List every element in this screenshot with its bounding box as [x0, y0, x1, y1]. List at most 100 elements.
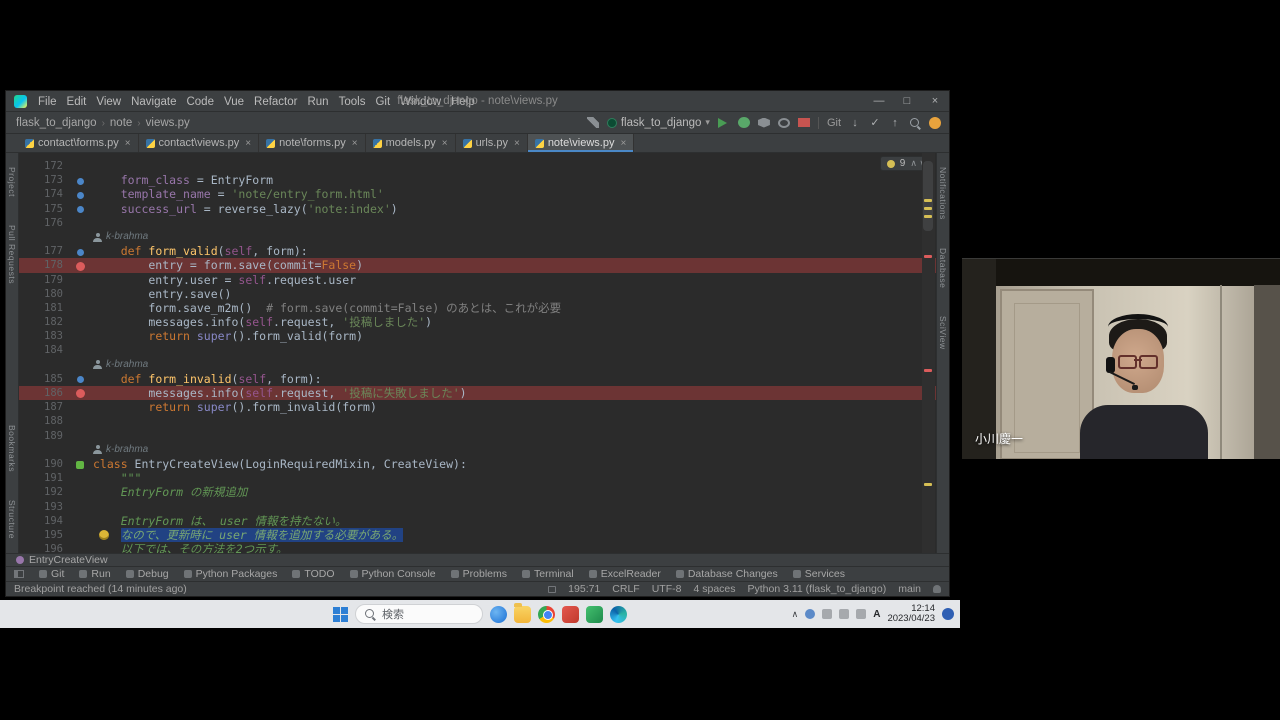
tab-label: models.py	[386, 137, 436, 149]
git-update-icon[interactable]: ↓	[849, 117, 861, 129]
breadcrumb-item[interactable]: note	[108, 117, 134, 129]
profiler-button[interactable]	[778, 118, 790, 128]
toolwindow-debug[interactable]: Debug	[126, 568, 169, 580]
tray-icon-1[interactable]	[805, 609, 815, 619]
file-explorer-icon[interactable]	[514, 606, 531, 623]
override-marker-icon[interactable]	[77, 376, 84, 383]
menu-item-run[interactable]: Run	[302, 96, 333, 108]
stop-button[interactable]	[798, 118, 810, 127]
menu-item-file[interactable]: File	[33, 96, 62, 108]
tab-contact-views-py[interactable]: contact\views.py×	[139, 134, 260, 152]
menu-item-vue[interactable]: Vue	[219, 96, 249, 108]
override-marker-icon[interactable]	[77, 249, 84, 256]
tray-icon-4[interactable]	[856, 609, 866, 619]
status-segment[interactable]: UTF-8	[652, 583, 682, 595]
close-tab-icon[interactable]: ×	[245, 138, 251, 149]
start-button[interactable]	[333, 607, 348, 622]
tray-chevron-icon[interactable]: ∧	[792, 609, 799, 620]
stripe-label-project[interactable]: Project	[7, 167, 17, 197]
status-segment[interactable]: 4 spaces	[693, 583, 735, 595]
tab-contact-forms-py[interactable]: contact\forms.py×	[18, 134, 139, 152]
git-commit-icon[interactable]: ✓	[869, 116, 881, 129]
readonly-lock-icon[interactable]	[548, 586, 556, 593]
search-everywhere-icon[interactable]	[909, 117, 921, 129]
ime-indicator[interactable]: A	[873, 609, 880, 620]
stripe-label-structure[interactable]: Structure	[7, 500, 17, 539]
breadcrumb-item[interactable]: views.py	[144, 117, 192, 129]
app-icon-red[interactable]	[562, 606, 579, 623]
toolwindow-services[interactable]: Services	[793, 568, 845, 580]
tab-urls-py[interactable]: urls.py×	[456, 134, 528, 152]
menu-item-view[interactable]: View	[91, 96, 126, 108]
override-marker-icon[interactable]	[77, 206, 84, 213]
override-marker-icon[interactable]	[77, 178, 84, 185]
editor-area[interactable]: Project Pull Requests Bookmarks Structure 1…	[6, 153, 949, 553]
menu-item-tools[interactable]: Tools	[334, 96, 371, 108]
status-segment[interactable]: 195:71	[568, 583, 600, 595]
stripe-label-database[interactable]: Database	[938, 248, 948, 288]
menu-item-edit[interactable]: Edit	[62, 96, 92, 108]
git-push-icon[interactable]: ↑	[889, 117, 901, 129]
stripe-label-notifications[interactable]: Notifications	[938, 167, 948, 220]
close-tab-icon[interactable]: ×	[125, 138, 131, 149]
breadcrumb: flask_to_django›note›views.py	[14, 117, 192, 129]
intention-bulb-icon[interactable]	[99, 530, 109, 540]
tab-models-py[interactable]: models.py ×	[366, 134, 456, 152]
status-segment[interactable]: CRLF	[612, 583, 639, 595]
close-tab-icon[interactable]: ×	[620, 138, 626, 149]
taskbar-search-input[interactable]: 検索	[355, 604, 483, 624]
tab-note-views-py[interactable]: note\views.py×	[528, 134, 635, 152]
close-tab-icon[interactable]: ×	[442, 138, 448, 149]
menu-item-code[interactable]: Code	[181, 96, 219, 108]
tray-icon-3[interactable]	[839, 609, 849, 619]
stripe-label-bookmarks[interactable]: Bookmarks	[7, 425, 17, 472]
run-button[interactable]	[718, 118, 730, 128]
menu-item-refactor[interactable]: Refactor	[249, 96, 302, 108]
edge-icon[interactable]	[610, 606, 627, 623]
profile-avatar-icon[interactable]	[929, 117, 941, 129]
context-class-name[interactable]: EntryCreateView	[29, 554, 108, 566]
scrollbar-thumb[interactable]	[923, 161, 933, 231]
notification-center-icon[interactable]	[942, 608, 954, 620]
notifications-bell-icon[interactable]	[933, 585, 941, 593]
toolwindow-run[interactable]: Run	[79, 568, 110, 580]
toolwindow-layout-icon[interactable]	[14, 570, 24, 578]
toolwindow-problems[interactable]: Problems	[451, 568, 507, 580]
breakpoint-icon[interactable]	[76, 389, 85, 398]
debug-button[interactable]	[738, 117, 750, 128]
build-icon[interactable]	[587, 117, 599, 128]
stripe-label-pull-requests[interactable]: Pull Requests	[7, 225, 17, 284]
code-area[interactable]: 172173 form_class = EntryForm174 templat…	[19, 153, 936, 553]
minimize-button[interactable]: —	[865, 91, 893, 112]
chrome-icon[interactable]	[538, 606, 555, 623]
coverage-button[interactable]	[758, 118, 770, 128]
app-icon-green[interactable]	[586, 606, 603, 623]
tab-note-forms-py[interactable]: note\forms.py×	[259, 134, 365, 152]
status-segment[interactable]: Python 3.11 (flask_to_django)	[748, 583, 887, 595]
close-tab-icon[interactable]: ×	[352, 138, 358, 149]
toolwindow-database-changes[interactable]: Database Changes	[676, 568, 778, 580]
toolwindow-git[interactable]: Git	[39, 568, 64, 580]
run-config-selector[interactable]: flask_to_django ▾	[607, 117, 710, 129]
menu-item-navigate[interactable]: Navigate	[126, 96, 181, 108]
breakpoint-icon[interactable]	[76, 262, 85, 271]
stripe-label-sciview[interactable]: SciView	[938, 316, 948, 350]
toolwindow-label: ExcelReader	[601, 568, 661, 580]
close-tab-icon[interactable]: ×	[514, 138, 520, 149]
tray-icon-2[interactable]	[822, 609, 832, 619]
status-segment[interactable]: main	[898, 583, 921, 595]
override-marker-icon[interactable]	[77, 192, 84, 199]
app-icon-browser[interactable]	[490, 606, 507, 623]
toolwindow-python-packages[interactable]: Python Packages	[184, 568, 278, 580]
error-stripe-scrollbar[interactable]	[922, 153, 935, 553]
class-marker-icon[interactable]	[76, 461, 84, 469]
maximize-button[interactable]: □	[893, 91, 921, 112]
taskbar-clock[interactable]: 12:14 2023/04/23	[887, 604, 935, 625]
breadcrumb-item[interactable]: flask_to_django	[14, 117, 99, 129]
menu-item-git[interactable]: Git	[370, 96, 395, 108]
toolwindow-excelreader[interactable]: ExcelReader	[589, 568, 661, 580]
toolwindow-terminal[interactable]: Terminal	[522, 568, 574, 580]
toolwindow-python-console[interactable]: Python Console	[350, 568, 436, 580]
close-button[interactable]: ×	[921, 91, 949, 112]
toolwindow-todo[interactable]: TODO	[292, 568, 334, 580]
